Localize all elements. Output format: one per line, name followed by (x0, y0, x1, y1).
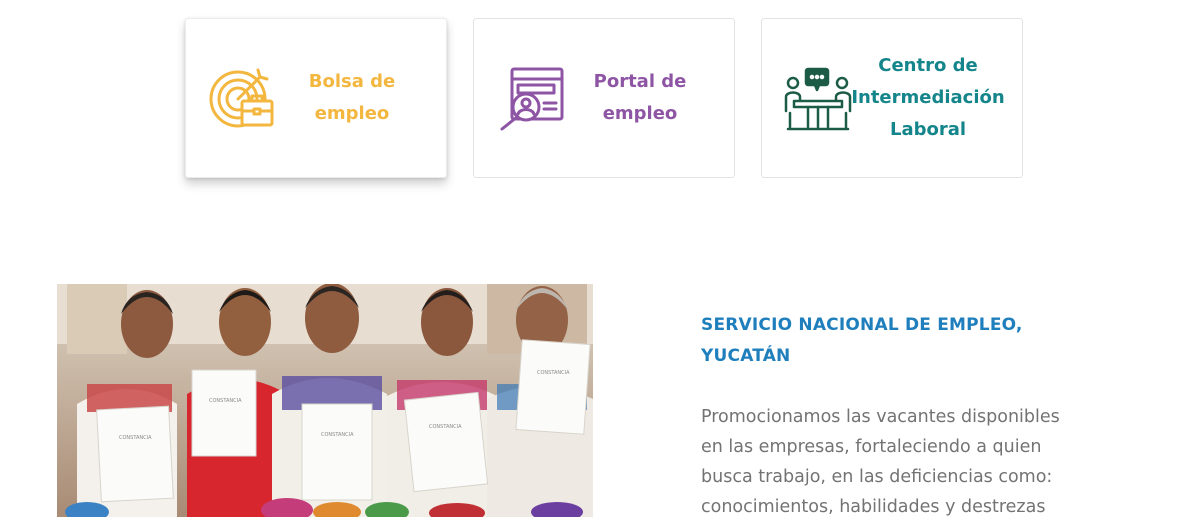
target-briefcase-icon (208, 67, 276, 131)
certificate-title: CONSTANCIA (209, 398, 242, 404)
service-cards: Bolsa de empleo Portal de empleo Centro … (0, 0, 1177, 210)
section-title: SERVICIO NACIONAL DE EMPLEO, YUCATÁN (701, 315, 1023, 366)
card-label: Bolsa de empleo (308, 71, 396, 124)
women-with-certificates-photo: CONSTANCIA CONSTANCIA CONSTANCIA CONSTAN… (57, 284, 593, 517)
web-search-profile-icon (496, 67, 564, 131)
certificate-title: CONSTANCIA (119, 435, 152, 441)
bolsa-de-empleo-card[interactable]: Bolsa de empleo (185, 18, 447, 178)
meeting-table-icon (784, 67, 852, 131)
centro-intermediacion-card[interactable]: Centro de Intermediación Laboral (761, 18, 1023, 178)
portal-de-empleo-card[interactable]: Portal de empleo (473, 18, 735, 178)
card-label: Portal de empleo (593, 71, 687, 124)
certificate-title: CONSTANCIA (321, 432, 354, 438)
certificate-title: CONSTANCIA (429, 424, 462, 430)
certificate-title: CONSTANCIA (537, 370, 570, 376)
about-section: SERVICIO NACIONAL DE EMPLEO, YUCATÁN Pro… (701, 310, 1081, 522)
section-description: Promocionamos las vacantes disponibles e… (701, 407, 1060, 517)
card-label: Centro de Intermediación Laboral (851, 55, 1005, 140)
